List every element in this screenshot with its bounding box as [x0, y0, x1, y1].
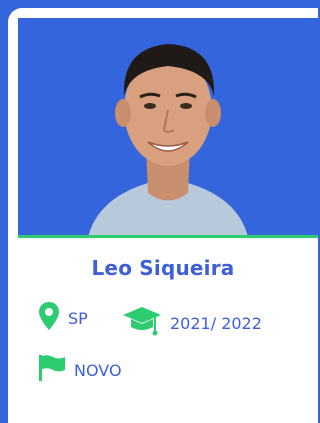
- flag-icon: [38, 354, 66, 386]
- state-info: SP: [38, 301, 88, 335]
- profile-photo: [18, 18, 318, 237]
- status-info: NOVO: [38, 354, 122, 386]
- map-pin-icon: [38, 301, 60, 335]
- state-label: SP: [68, 308, 88, 328]
- profile-card[interactable]: Leo Siqueira SP 2021/ 2022 NOVO: [8, 8, 318, 423]
- profile-name: Leo Siqueira: [91, 256, 235, 280]
- graduation-cap-icon: [122, 304, 162, 342]
- year-info: 2021/ 2022: [122, 304, 262, 342]
- year-label: 2021/ 2022: [170, 313, 262, 333]
- status-label: NOVO: [74, 360, 122, 380]
- photo-accent-line: [18, 235, 318, 238]
- portrait-illustration: [18, 18, 318, 237]
